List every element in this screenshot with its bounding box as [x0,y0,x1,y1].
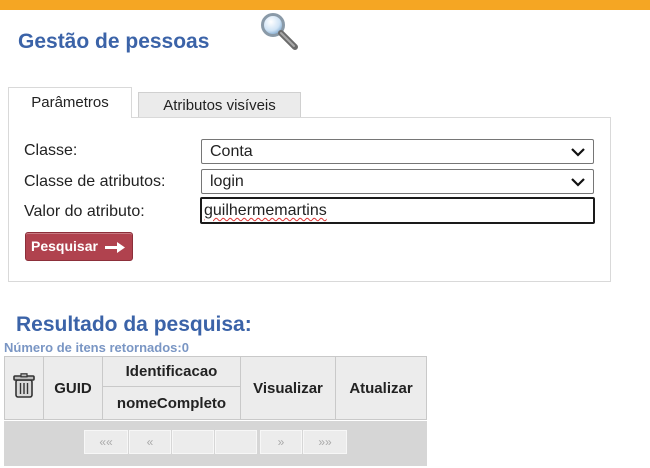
column-header-atualizar[interactable]: Atualizar [335,356,427,420]
valor-atributo-input[interactable]: guilhermemartins [200,197,595,224]
classe-atributos-select[interactable]: login [201,169,594,194]
results-count-value: 0 [181,340,189,355]
valor-atributo-value: guilhermemartins [204,202,327,219]
trash-icon[interactable] [13,373,35,399]
column-header-identificacao[interactable]: Identificacao [102,356,241,387]
pagination-bar: «« « » »» [4,421,427,466]
pesquisar-button[interactable]: Pesquisar [25,232,133,261]
classe-label: Classe: [24,142,78,159]
magnifier-icon [261,13,298,50]
select-all-cell[interactable] [4,356,44,420]
classe-atributos-label: Classe de atributos: [24,173,166,190]
classe-atributos-select-value: login [210,173,244,190]
pager-next-button[interactable]: » [260,430,302,454]
pesquisar-button-label: Pesquisar [31,238,98,254]
valor-atributo-label: Valor do atributo: [24,203,145,220]
pager-page-slot-1 [172,430,214,454]
column-header-guid[interactable]: GUID [43,356,103,420]
top-accent-bar [0,0,650,10]
pager-prev-button[interactable]: « [129,430,171,454]
results-table: GUID Identificacao Visualizar Atualizar … [4,356,427,420]
classe-select[interactable]: Conta [201,139,594,164]
chevron-down-icon [571,148,585,157]
arrow-right-icon [105,242,125,253]
column-header-visualizar[interactable]: Visualizar [240,356,336,420]
column-header-nome-completo[interactable]: nomeCompleto [102,386,241,420]
pager-page-slot-2 [215,430,257,454]
tab-parametros[interactable]: Parâmetros [8,87,132,118]
pager-first-button[interactable]: «« [84,430,128,454]
page-title: Gestão de pessoas [18,30,210,53]
results-title: Resultado da pesquisa: [16,313,252,336]
classe-select-value: Conta [210,143,253,160]
chevron-down-icon [571,178,585,187]
pager-last-button[interactable]: »» [303,430,347,454]
results-count-label: Número de itens retornados: [4,340,182,355]
results-count: Número de itens retornados:0 [4,340,189,355]
tab-atributos-visiveis[interactable]: Atributos visíveis [138,92,301,117]
